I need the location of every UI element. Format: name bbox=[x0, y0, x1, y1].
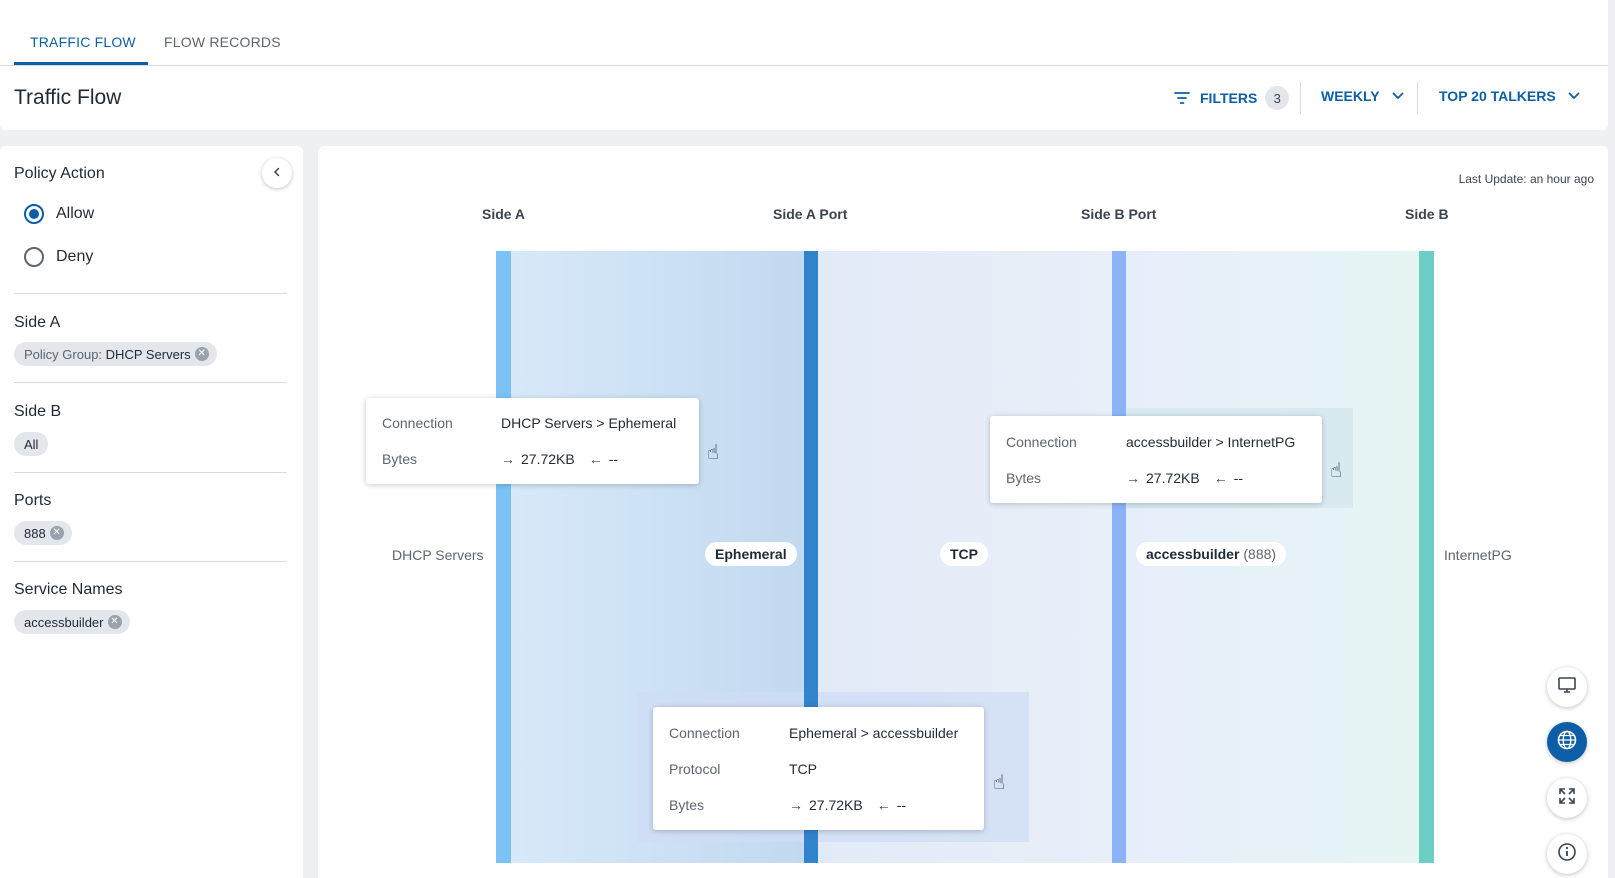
hand-cursor-icon: ☝ bbox=[1330, 460, 1343, 482]
monitor-icon bbox=[1557, 676, 1577, 699]
bytes-in: -- bbox=[608, 451, 619, 467]
monitor-view-button[interactable] bbox=[1547, 667, 1587, 707]
tooltip-connection-1: Connection DHCP Servers > Ephemeral Byte… bbox=[366, 398, 699, 484]
bytes-out: 27.72KB bbox=[1146, 470, 1200, 486]
tooltip-value: DHCP Servers > Ephemeral bbox=[501, 415, 677, 431]
bytes-in: -- bbox=[896, 797, 907, 813]
side-b-port-name: accessbuilder bbox=[1146, 546, 1240, 562]
expand-icon bbox=[1557, 786, 1577, 811]
tooltip-bytes: → 27.72KB ← -- bbox=[789, 797, 906, 813]
node-label-protocol: TCP bbox=[940, 542, 988, 566]
side-b-port-bar[interactable] bbox=[1112, 251, 1126, 863]
arrow-left-icon: ← bbox=[588, 451, 603, 467]
tooltip-bytes: → 27.72KB ← -- bbox=[501, 451, 618, 467]
node-label-side-b: InternetPG bbox=[1444, 547, 1512, 563]
node-label-side-a-port: Ephemeral bbox=[705, 542, 797, 566]
node-label-side-a: DHCP Servers bbox=[392, 547, 484, 563]
side-b-port-number: (888) bbox=[1243, 546, 1277, 562]
fullscreen-button[interactable] bbox=[1547, 778, 1587, 818]
tooltip-key: Bytes bbox=[382, 451, 418, 467]
arrow-right-icon: → bbox=[789, 797, 803, 813]
arrow-left-icon: ← bbox=[1213, 470, 1228, 486]
tooltip-value: accessbuilder > InternetPG bbox=[1126, 434, 1296, 450]
tooltip-value: TCP bbox=[789, 761, 817, 777]
arrow-right-icon: → bbox=[1126, 470, 1140, 486]
info-icon bbox=[1557, 842, 1577, 867]
tooltip-bytes: → 27.72KB ← -- bbox=[1126, 470, 1243, 486]
side-a-bar[interactable] bbox=[496, 251, 511, 863]
tooltip-key: Connection bbox=[382, 415, 453, 431]
bytes-out: 27.72KB bbox=[809, 797, 863, 813]
tooltip-key: Connection bbox=[669, 725, 740, 741]
bytes-in: -- bbox=[1233, 470, 1244, 486]
globe-view-button[interactable] bbox=[1547, 722, 1587, 762]
node-label-side-b-port: accessbuilder (888) bbox=[1136, 542, 1287, 566]
tooltip-key: Bytes bbox=[669, 797, 705, 813]
info-button[interactable] bbox=[1547, 834, 1587, 874]
hand-cursor-icon: ☝ bbox=[993, 772, 1006, 794]
tooltip-key: Protocol bbox=[669, 761, 721, 777]
side-b-bar[interactable] bbox=[1419, 251, 1434, 863]
globe-icon bbox=[1556, 729, 1578, 756]
hand-cursor-icon: ☝ bbox=[707, 442, 720, 464]
bytes-out: 27.72KB bbox=[521, 451, 575, 467]
tooltip-connection-3: Connection Ephemeral > accessbuilder Pro… bbox=[653, 707, 984, 830]
tooltip-key: Bytes bbox=[1006, 470, 1042, 486]
arrow-right-icon: → bbox=[501, 451, 515, 467]
tooltip-value: Ephemeral > accessbuilder bbox=[789, 725, 959, 741]
tooltip-connection-2: Connection accessbuilder > InternetPG By… bbox=[990, 416, 1322, 503]
tooltip-key: Connection bbox=[1006, 434, 1077, 450]
arrow-left-icon: ← bbox=[876, 797, 891, 813]
